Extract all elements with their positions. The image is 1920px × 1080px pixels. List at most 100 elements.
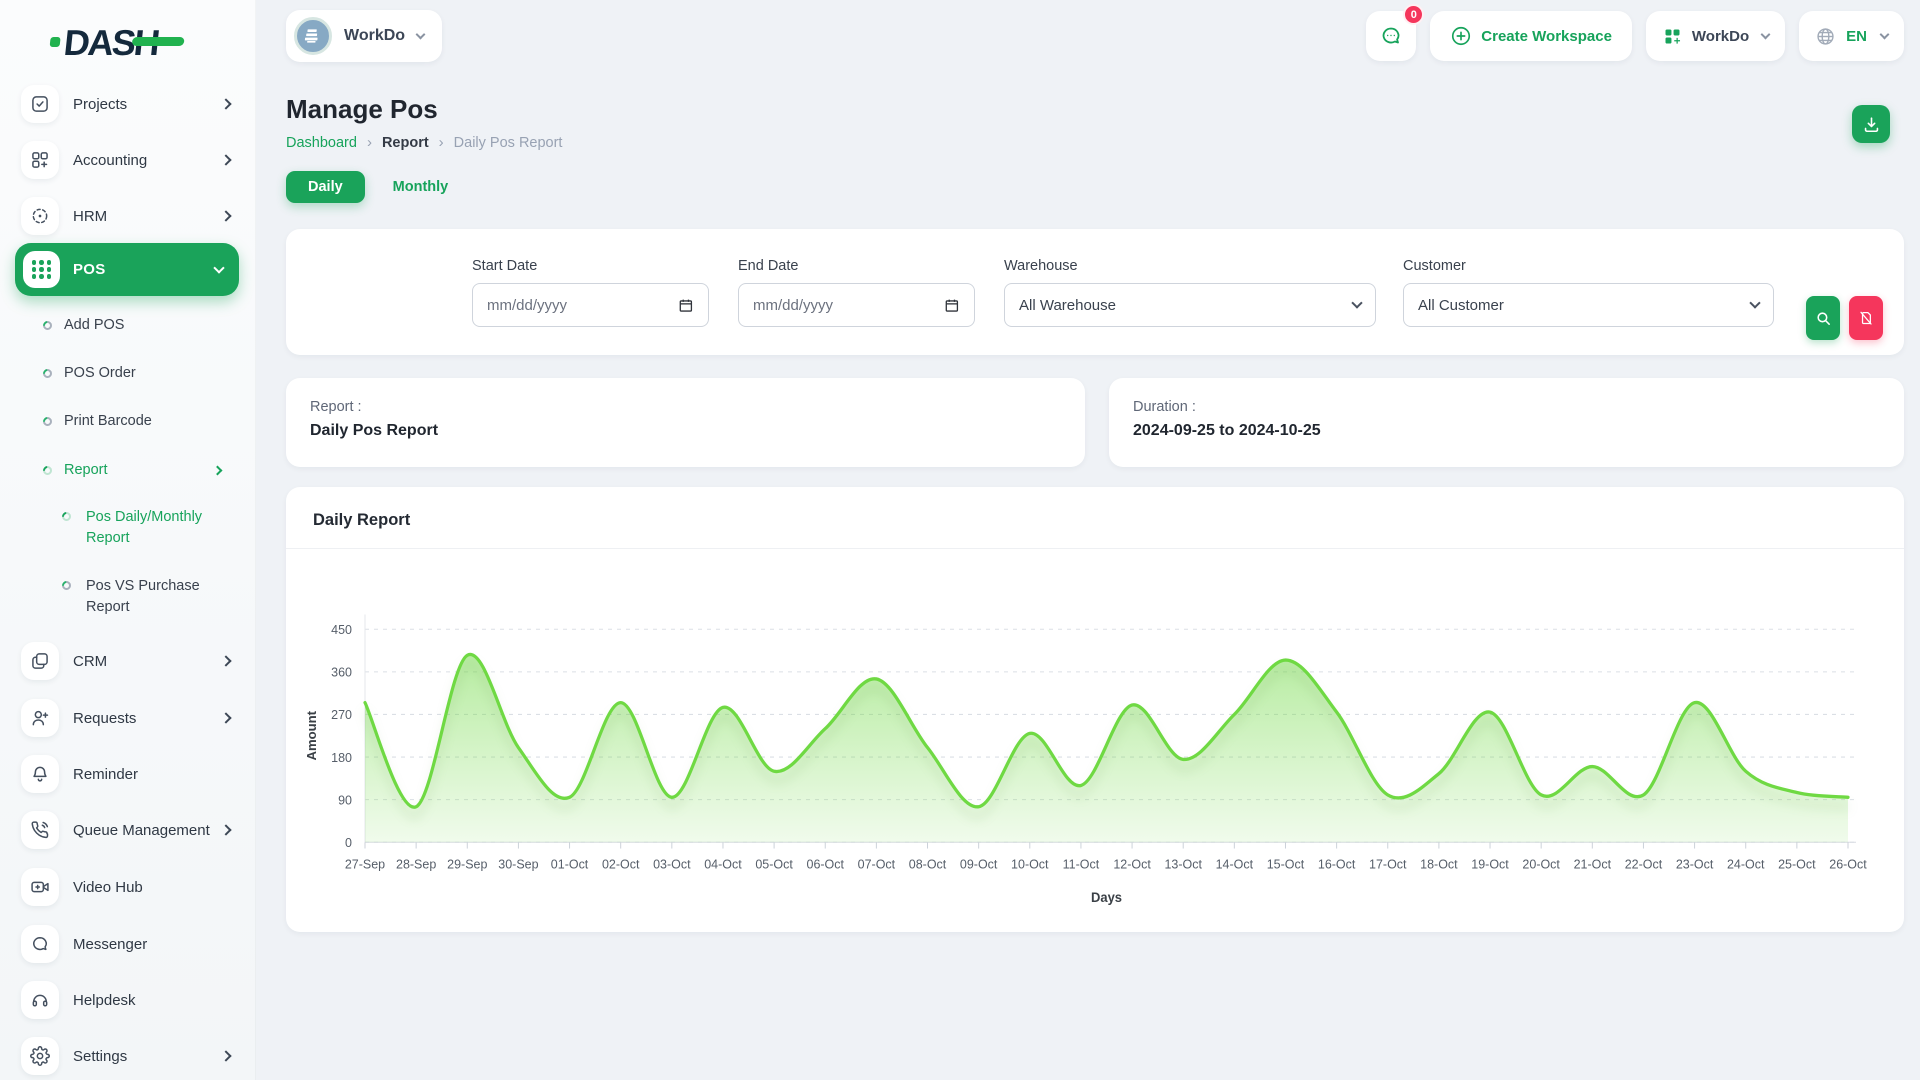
breadcrumb-separator: › <box>439 134 444 151</box>
reset-filter-button[interactable] <box>1849 296 1883 340</box>
svg-text:03-Oct: 03-Oct <box>653 856 691 871</box>
bullet-icon <box>41 319 54 332</box>
duration-value: 2024-09-25 to 2024-10-25 <box>1133 422 1321 440</box>
search-icon <box>1815 310 1832 327</box>
sidebar-item-pos-vs-purchase-report[interactable]: Pos VS Purchase Report <box>0 576 256 620</box>
svg-text:12-Oct: 12-Oct <box>1113 856 1151 871</box>
breadcrumb-report-link[interactable]: Report <box>382 135 429 151</box>
chevron-right-icon <box>220 824 231 835</box>
chevron-right-icon <box>213 465 223 475</box>
workspace-switcher[interactable]: WorkDo <box>286 10 442 62</box>
sidebar-item-video-hub[interactable]: Video Hub <box>0 865 256 909</box>
customer-select[interactable]: All Customer <box>1403 283 1774 327</box>
calendar-icon[interactable] <box>944 297 960 314</box>
sidebar-item-reminder[interactable]: Reminder <box>0 752 256 796</box>
sidebar-item-pos-active[interactable]: POS <box>15 243 239 296</box>
svg-text:26-Oct: 26-Oct <box>1829 856 1867 871</box>
svg-text:180: 180 <box>331 749 352 764</box>
bullet-icon <box>41 415 54 428</box>
chevron-right-icon <box>220 154 231 165</box>
sidebar-item-hrm[interactable]: HRM <box>0 194 256 238</box>
svg-text:19-Oct: 19-Oct <box>1471 856 1509 871</box>
svg-text:18-Oct: 18-Oct <box>1420 856 1458 871</box>
bullet-icon <box>60 579 73 592</box>
svg-text:24-Oct: 24-Oct <box>1727 856 1765 871</box>
messages-button[interactable]: 0 <box>1366 11 1416 61</box>
sidebar-item-accounting[interactable]: Accounting <box>0 138 256 182</box>
bullet-icon <box>41 464 54 477</box>
sidebar-item-settings[interactable]: Settings <box>0 1034 256 1078</box>
breadcrumb: Dashboard › Report › Daily Pos Report <box>286 134 562 151</box>
logo-dot-icon <box>50 37 61 47</box>
plus-circle-icon <box>1450 25 1472 47</box>
chevron-down-icon <box>213 262 224 273</box>
sidebar-item-report[interactable]: Report <box>0 459 256 481</box>
chevron-right-icon <box>220 98 231 109</box>
warehouse-select[interactable]: All Warehouse <box>1004 283 1376 327</box>
sidebar-item-print-barcode[interactable]: Print Barcode <box>0 410 256 432</box>
user-plus-icon <box>21 699 59 737</box>
chart-title: Daily Report <box>313 511 410 530</box>
svg-text:20-Oct: 20-Oct <box>1522 856 1560 871</box>
svg-text:Days: Days <box>1091 890 1122 905</box>
chat-dots-icon <box>1379 24 1403 48</box>
svg-text:90: 90 <box>338 792 352 807</box>
projects-icon <box>21 85 59 123</box>
language-selector[interactable]: EN <box>1799 11 1904 61</box>
apply-filter-button[interactable] <box>1806 296 1840 340</box>
sidebar-item-crm[interactable]: CRM <box>0 639 256 683</box>
divider <box>286 548 1904 549</box>
sub-item-label: Report <box>64 460 108 481</box>
sub-item-label: Pos VS Purchase Report <box>86 576 236 618</box>
workspace-menu-label: WorkDo <box>1692 28 1749 45</box>
bullet-icon <box>60 510 73 523</box>
grid-plus-icon <box>1662 26 1683 47</box>
sidebar-item-helpdesk[interactable]: Helpdesk <box>0 978 256 1022</box>
chevron-right-icon <box>220 712 231 723</box>
sidebar-item-label: Messenger <box>73 936 147 953</box>
tab-monthly[interactable]: Monthly <box>375 171 467 203</box>
start-date-input[interactable] <box>487 297 678 314</box>
end-date-input[interactable] <box>753 297 944 314</box>
sidebar-item-label: Reminder <box>73 766 138 783</box>
tab-daily[interactable]: Daily <box>286 171 365 203</box>
chevron-right-icon <box>220 210 231 221</box>
breadcrumb-dashboard-link[interactable]: Dashboard <box>286 135 357 151</box>
warehouse-group: Warehouse All Warehouse <box>1004 258 1376 327</box>
sidebar-item-label: Video Hub <box>73 879 143 896</box>
svg-text:30-Sep: 30-Sep <box>498 856 538 871</box>
sidebar-item-projects[interactable]: Projects <box>0 82 256 126</box>
report-period-tabs: Daily Monthly <box>286 171 466 203</box>
svg-text:16-Oct: 16-Oct <box>1318 856 1356 871</box>
sub-item-label: Print Barcode <box>64 411 152 432</box>
sidebar-item-queue-management[interactable]: Queue Management <box>0 808 256 852</box>
chart-canvas: 09018027036045027-Sep28-Sep29-Sep30-Sep0… <box>300 560 1890 922</box>
sub-item-label: Add POS <box>64 315 124 336</box>
chevron-down-icon <box>1351 297 1362 308</box>
messages-count-badge: 0 <box>1403 4 1424 25</box>
report-summary-card: Report : Daily Pos Report <box>286 378 1085 467</box>
calendar-icon[interactable] <box>678 297 694 314</box>
area-chart: 09018027036045027-Sep28-Sep29-Sep30-Sep0… <box>300 560 1890 922</box>
svg-text:21-Oct: 21-Oct <box>1574 856 1612 871</box>
sidebar-item-pos-order[interactable]: POS Order <box>0 362 256 384</box>
svg-text:270: 270 <box>331 707 352 722</box>
svg-text:07-Oct: 07-Oct <box>858 856 896 871</box>
download-report-button[interactable] <box>1852 105 1890 143</box>
sidebar-item-requests[interactable]: Requests <box>0 696 256 740</box>
video-camera-icon <box>21 868 59 906</box>
warehouse-selected-value: All Warehouse <box>1019 297 1116 314</box>
sidebar-item-pos-daily-monthly-report[interactable]: Pos Daily/Monthly Report <box>0 507 256 551</box>
svg-text:04-Oct: 04-Oct <box>704 856 742 871</box>
app-logo[interactable]: DASH <box>62 22 160 64</box>
workspace-menu-button[interactable]: WorkDo <box>1646 11 1785 61</box>
topbar: WorkDo 0 Create Workspace WorkDo EN <box>256 0 1920 72</box>
start-date-group: Start Date <box>472 258 709 327</box>
sidebar-item-add-pos[interactable]: Add POS <box>0 314 256 336</box>
start-date-label: Start Date <box>472 258 709 274</box>
sub-item-label: Pos Daily/Monthly Report <box>86 507 236 549</box>
create-workspace-label: Create Workspace <box>1481 28 1612 45</box>
sidebar-item-messenger[interactable]: Messenger <box>0 922 256 966</box>
create-workspace-button[interactable]: Create Workspace <box>1430 11 1632 61</box>
globe-icon <box>1815 26 1836 47</box>
